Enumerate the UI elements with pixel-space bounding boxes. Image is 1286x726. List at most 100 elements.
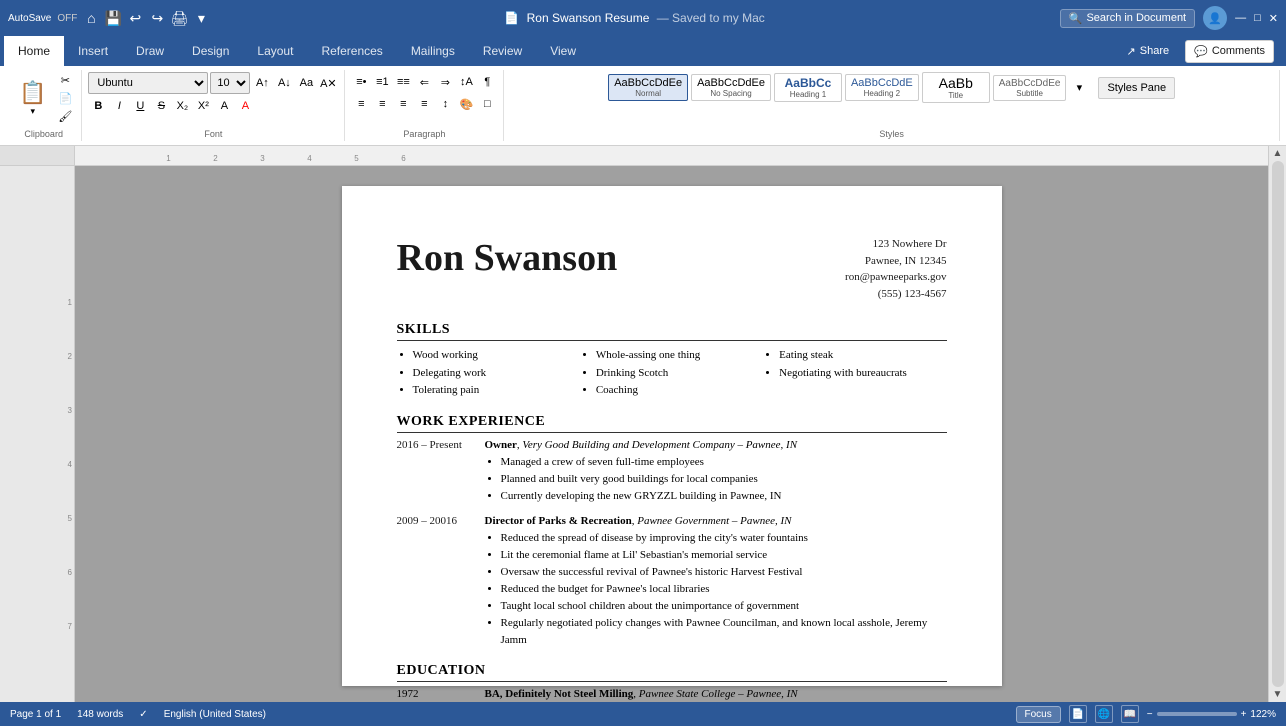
tab-design[interactable]: Design [178, 36, 243, 66]
tab-mailings[interactable]: Mailings [397, 36, 469, 66]
doc-main: 1 2 3 4 5 6 Ron Swanson [75, 146, 1268, 702]
align-right[interactable]: ≡ [393, 94, 413, 114]
style-heading2[interactable]: AaBbCcDdE Heading 2 [845, 74, 919, 101]
paragraph-label: Paragraph [403, 127, 445, 139]
copy-button[interactable]: 📄 [55, 90, 75, 107]
ruler-corner [0, 146, 74, 166]
show-formatting[interactable]: ¶ [477, 72, 497, 92]
subscript-button[interactable]: X₂ [172, 96, 192, 116]
bullets-button[interactable]: ≡• [351, 72, 371, 92]
italic-button[interactable]: I [109, 96, 129, 116]
increase-indent[interactable]: ⇒ [435, 72, 455, 92]
strikethrough-button[interactable]: S [151, 96, 171, 116]
tab-references[interactable]: References [307, 36, 396, 66]
font-selector[interactable]: Ubuntu [88, 72, 208, 94]
align-center[interactable]: ≡ [372, 94, 392, 114]
window-close[interactable]: ✕ [1269, 12, 1278, 25]
font-color[interactable]: A [235, 96, 255, 116]
multilevel-list[interactable]: ≡≡ [393, 72, 413, 92]
shading-button[interactable]: 🎨 [456, 94, 476, 114]
tab-layout[interactable]: Layout [243, 36, 307, 66]
saved-status: — Saved to my Mac [657, 11, 765, 25]
undo-icon[interactable]: ↩ [127, 10, 143, 26]
print-icon[interactable]: 🖨 [171, 10, 187, 26]
customize-icon[interactable]: ▾ [193, 10, 209, 26]
comments-button[interactable]: 💬 Comments [1185, 40, 1274, 63]
resume-header: Ron Swanson 123 Nowhere Dr Pawnee, IN 12… [397, 236, 947, 302]
scroll-up[interactable]: ▲ [1273, 148, 1283, 159]
window-maximize[interactable]: □ [1254, 12, 1261, 24]
zoom-out-icon[interactable]: − [1147, 709, 1153, 720]
title-bar-center: 📄 Ron Swanson Resume — Saved to my Mac [209, 11, 1059, 25]
title-bar-left: AutoSave OFF ⌂ 💾 ↩ ↪ 🖨 ▾ [8, 10, 209, 26]
zoom-slider[interactable] [1157, 712, 1237, 716]
cut-button[interactable]: ✂ [55, 72, 75, 89]
ribbon-content: 📋 ▾ ✂ 📄 🖌 Clipboard Ubuntu [0, 66, 1286, 146]
view-web-layout[interactable]: 🌐 [1095, 705, 1113, 723]
zoom-in-icon[interactable]: + [1241, 709, 1247, 720]
numbering-button[interactable]: ≡1 [372, 72, 392, 92]
borders-button[interactable]: □ [477, 94, 497, 114]
search-box[interactable]: 🔍 Search in Document [1060, 9, 1195, 28]
paste-button[interactable]: 📋 ▾ [12, 77, 53, 120]
save-icon[interactable]: 💾 [105, 10, 121, 26]
paragraph-group: ≡• ≡1 ≡≡ ⇐ ⇒ ↕A ¶ ≡ ≡ ≡ ≡ ↕ 🎨 □ [345, 70, 504, 141]
tab-draw[interactable]: Draw [122, 36, 178, 66]
proofing-icon[interactable]: ✓ [139, 709, 147, 720]
edu-entry-1: 1972 BA, Definitely Not Steel Milling, P… [397, 688, 947, 700]
font-size-decrease[interactable]: A↓ [274, 73, 294, 93]
tab-insert[interactable]: Insert [64, 36, 122, 66]
style-title[interactable]: AaBb Title [922, 72, 990, 103]
change-case[interactable]: Aa [296, 73, 316, 93]
tab-home[interactable]: Home [4, 36, 64, 66]
zoom-bar: − + 122% [1147, 709, 1276, 720]
styles-label: Styles [879, 127, 904, 139]
styles-more[interactable]: ▾ [1069, 78, 1089, 98]
focus-button[interactable]: Focus [1016, 706, 1061, 723]
font-label: Font [204, 127, 222, 139]
autosave-toggle[interactable]: OFF [57, 13, 77, 24]
redo-icon[interactable]: ↪ [149, 10, 165, 26]
justify[interactable]: ≡ [414, 94, 434, 114]
window-minimize[interactable]: — [1235, 12, 1246, 24]
style-normal[interactable]: AaBbCcDdEe Normal [608, 74, 688, 101]
skills-grid: Wood working Delegating work Tolerating … [397, 347, 947, 400]
work-experience-section: WORK EXPERIENCE 2016 – Present Owner, Ve… [397, 414, 947, 649]
decrease-indent[interactable]: ⇐ [414, 72, 434, 92]
sort-button[interactable]: ↕A [456, 72, 476, 92]
user-avatar[interactable]: 👤 [1203, 6, 1227, 30]
share-button[interactable]: ↗ Share [1115, 41, 1182, 62]
superscript-button[interactable]: X² [193, 96, 213, 116]
align-left[interactable]: ≡ [351, 94, 371, 114]
document-title: Ron Swanson Resume [527, 11, 650, 25]
line-spacing[interactable]: ↕ [435, 94, 455, 114]
style-subtitle[interactable]: AaBbCcDdEe Subtitle [993, 75, 1067, 101]
underline-button[interactable]: U [130, 96, 150, 116]
ribbon-tabs: Home Insert Draw Design Layout Reference… [0, 36, 1286, 66]
skills-col-3: Eating steak Negotiating with bureaucrat… [763, 347, 946, 400]
clear-formatting[interactable]: A✕ [318, 73, 338, 93]
clipboard-label: Clipboard [24, 127, 63, 139]
font-size-increase[interactable]: A↑ [252, 73, 272, 93]
tab-view[interactable]: View [536, 36, 590, 66]
styles-group: AaBbCcDdEe Normal AaBbCcDdEe No Spacing … [504, 70, 1280, 141]
style-heading1[interactable]: AaBbCc Heading 1 [774, 73, 842, 102]
font-size-selector[interactable]: 10 [210, 72, 250, 94]
word-icon: 📄 [504, 11, 519, 25]
work-dates-1: 2016 – Present [397, 439, 485, 505]
styles-pane-button[interactable]: Styles Pane [1098, 77, 1175, 99]
text-highlight[interactable]: A [214, 96, 234, 116]
scroll-down[interactable]: ▼ [1273, 689, 1283, 700]
search-label: Search in Document [1086, 12, 1186, 24]
scrollbar[interactable]: ▲ ▼ [1268, 146, 1286, 702]
view-print-layout[interactable]: 📄 [1069, 705, 1087, 723]
format-painter-button[interactable]: 🖌 [55, 108, 75, 125]
tab-review[interactable]: Review [469, 36, 536, 66]
scroll-thumb[interactable] [1272, 161, 1284, 687]
view-read-mode[interactable]: 📖 [1121, 705, 1139, 723]
bold-button[interactable]: B [88, 96, 108, 116]
document-area[interactable]: Ron Swanson 123 Nowhere Dr Pawnee, IN 12… [75, 166, 1268, 702]
style-no-spacing[interactable]: AaBbCcDdEe No Spacing [691, 74, 771, 101]
resume-address: 123 Nowhere Dr Pawnee, IN 12345 ron@pawn… [845, 236, 946, 302]
home-icon[interactable]: ⌂ [83, 10, 99, 26]
